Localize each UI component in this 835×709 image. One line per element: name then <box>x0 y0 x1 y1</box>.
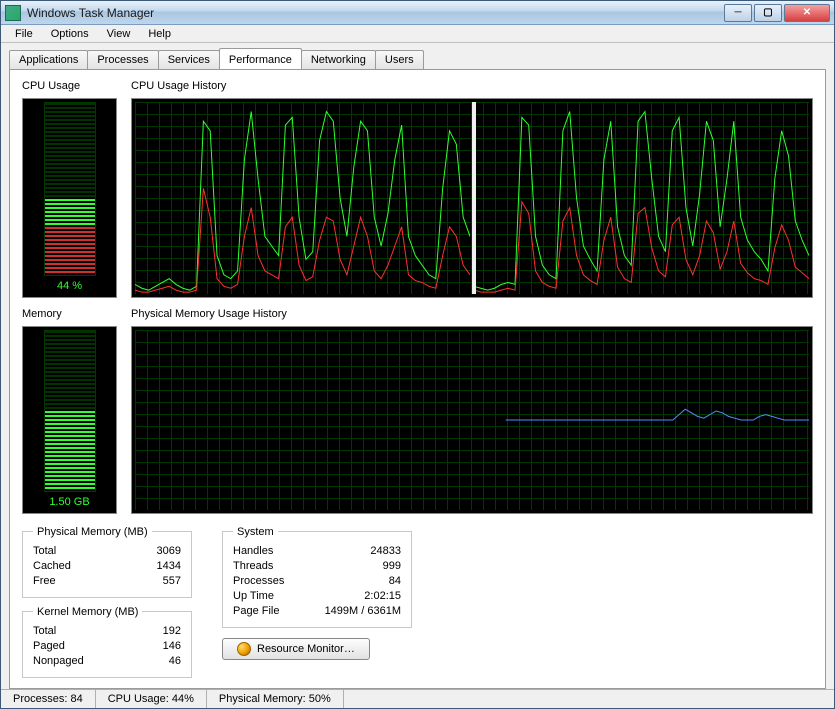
kernel-memory-group: Kernel Memory (MB) Total192 Paged146 Non… <box>22 606 192 678</box>
cpu-history-label: CPU Usage History <box>131 80 813 92</box>
menubar: File Options View Help <box>1 25 834 42</box>
cpu-gauge-text: 44 % <box>26 276 113 294</box>
tab-networking[interactable]: Networking <box>301 50 376 69</box>
cpu-history-chart <box>131 98 813 298</box>
sys-pagefile: 1499M / 6361M <box>325 604 401 619</box>
status-processes: Processes: 84 <box>1 690 96 708</box>
tab-processes[interactable]: Processes <box>87 50 158 69</box>
stats-row: Physical Memory (MB) Total3069 Cached143… <box>22 526 813 678</box>
task-manager-window: Windows Task Manager ─ ▢ ✕ File Options … <box>0 0 835 709</box>
memory-history-label: Physical Memory Usage History <box>131 308 813 320</box>
minimize-button[interactable]: ─ <box>724 4 752 22</box>
client-area: Applications Processes Services Performa… <box>1 43 834 689</box>
status-cpu: CPU Usage: 44% <box>96 690 207 708</box>
tab-users[interactable]: Users <box>375 50 424 69</box>
resource-monitor-icon <box>237 642 251 656</box>
pm-total: 3069 <box>157 544 181 559</box>
resource-monitor-button[interactable]: Resource Monitor… <box>222 638 370 660</box>
chart-divider <box>472 102 476 294</box>
window-title: Windows Task Manager <box>27 6 724 20</box>
pm-cached: 1434 <box>157 559 181 574</box>
sys-threads: 999 <box>383 559 401 574</box>
menu-file[interactable]: File <box>7 26 41 42</box>
pm-free: 557 <box>163 574 181 589</box>
menu-help[interactable]: Help <box>140 26 179 42</box>
cpu-gauge: 44 % <box>22 98 117 298</box>
memory-fill <box>45 411 95 491</box>
tab-services[interactable]: Services <box>158 50 220 69</box>
cpu-gauge-section: CPU Usage 44 % <box>22 80 117 298</box>
sys-processes: 84 <box>389 574 401 589</box>
km-paged: 146 <box>163 639 181 654</box>
menu-view[interactable]: View <box>99 26 139 42</box>
cpu-usage-label: CPU Usage <box>22 80 117 92</box>
statusbar: Processes: 84 CPU Usage: 44% Physical Me… <box>1 689 834 708</box>
menu-options[interactable]: Options <box>43 26 97 42</box>
memory-history-chart <box>131 326 813 514</box>
physical-memory-title: Physical Memory (MB) <box>33 526 152 538</box>
maximize-button[interactable]: ▢ <box>754 4 782 22</box>
km-nonpaged: 46 <box>169 654 181 669</box>
status-memory: Physical Memory: 50% <box>207 690 344 708</box>
cpu-history-section: CPU Usage History <box>131 80 813 298</box>
tab-applications[interactable]: Applications <box>9 50 88 69</box>
titlebar[interactable]: Windows Task Manager ─ ▢ ✕ <box>1 1 834 25</box>
cpu-kernel-fill <box>45 227 95 275</box>
physical-memory-group: Physical Memory (MB) Total3069 Cached143… <box>22 526 192 598</box>
system-group: System Handles24833 Threads999 Processes… <box>222 526 412 628</box>
km-total: 192 <box>163 624 181 639</box>
tab-performance[interactable]: Performance <box>219 48 302 69</box>
kernel-memory-title: Kernel Memory (MB) <box>33 606 142 618</box>
memory-gauge-section: Memory 1.50 GB <box>22 308 117 514</box>
memory-history-section: Physical Memory Usage History <box>131 308 813 514</box>
memory-gauge: 1.50 GB <box>22 326 117 514</box>
memory-gauge-text: 1.50 GB <box>26 492 113 510</box>
window-controls: ─ ▢ ✕ <box>724 4 830 22</box>
system-title: System <box>233 526 278 538</box>
app-icon <box>5 5 21 21</box>
performance-panel: CPU Usage 44 % CPU Usage History <box>9 69 826 689</box>
close-button[interactable]: ✕ <box>784 4 830 22</box>
memory-label: Memory <box>22 308 117 320</box>
tab-strip: Applications Processes Services Performa… <box>9 47 826 69</box>
sys-handles: 24833 <box>370 544 401 559</box>
cpu-user-fill <box>45 199 95 227</box>
sys-uptime: 2:02:15 <box>364 589 401 604</box>
